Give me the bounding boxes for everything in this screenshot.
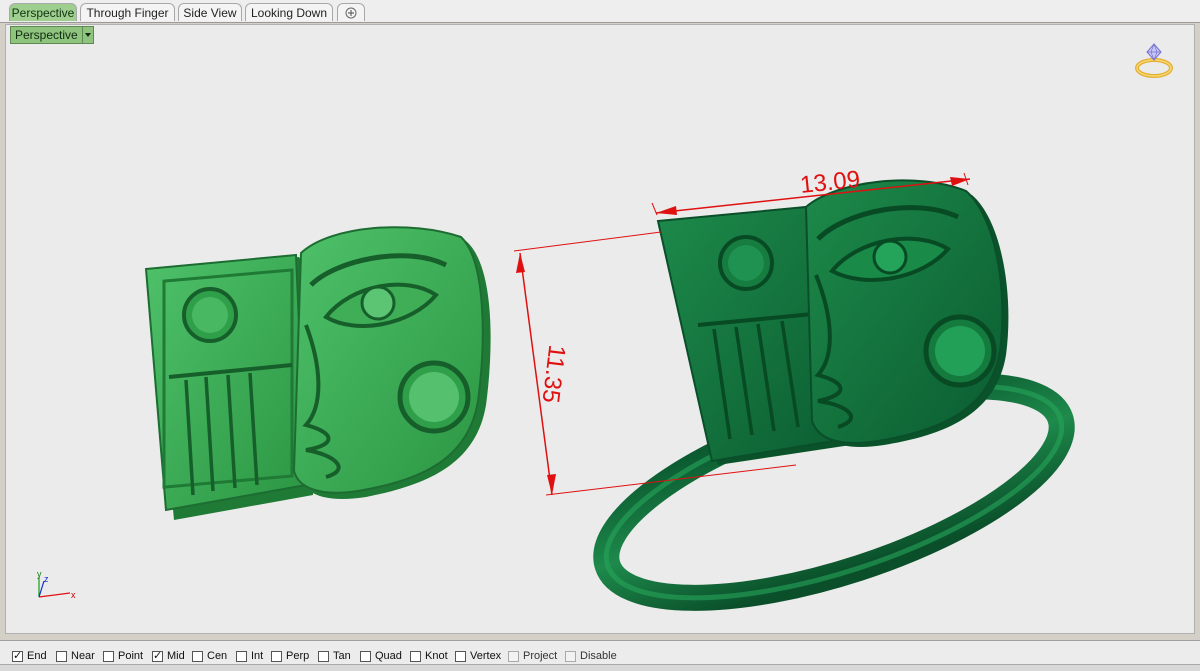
osnap-perp-checkbox[interactable]	[271, 650, 282, 662]
perspective-viewport[interactable]: Perspective 13.09 11.35 x y z	[5, 24, 1195, 634]
osnap-near-checkbox[interactable]	[56, 650, 67, 662]
osnap-point[interactable]: Point	[103, 649, 143, 663]
osnap-project-checkbox[interactable]	[508, 650, 519, 662]
tab-perspective[interactable]: Perspective	[9, 3, 77, 21]
osnap-near[interactable]: Near	[56, 649, 95, 663]
osnap-vertex[interactable]: Vertex	[455, 649, 501, 663]
osnap-tan[interactable]: Tan	[318, 649, 351, 663]
axis-x-label: x	[71, 590, 76, 600]
tab-through-finger[interactable]: Through Finger	[80, 3, 175, 21]
tab-looking-down[interactable]: Looking Down	[245, 3, 333, 21]
osnap-cen[interactable]: Cen	[192, 649, 227, 663]
osnap-point-checkbox[interactable]	[103, 650, 114, 662]
osnap-mid-checkbox[interactable]	[152, 649, 163, 663]
axis-z-label: z	[44, 574, 49, 584]
osnap-vertex-checkbox[interactable]	[455, 650, 466, 662]
osnap-tan-checkbox[interactable]	[318, 650, 329, 662]
axis-y-label: y	[37, 569, 42, 579]
osnap-disable[interactable]: Disable	[565, 649, 617, 663]
osnap-knot-checkbox[interactable]	[410, 650, 421, 662]
osnap-int-checkbox[interactable]	[236, 650, 247, 662]
osnap-disable-checkbox[interactable]	[565, 650, 576, 662]
osnap-cen-checkbox[interactable]	[192, 650, 203, 662]
pendant-model	[144, 226, 491, 520]
osnap-knot[interactable]: Knot	[410, 649, 448, 663]
osnap-quad-checkbox[interactable]	[360, 650, 371, 662]
osnap-mid[interactable]: Mid	[152, 649, 185, 663]
osnap-project[interactable]: Project	[508, 649, 557, 663]
viewport-tab-bar: Perspective Through Finger Side View Loo…	[0, 0, 1200, 23]
osnap-end-checkbox[interactable]	[12, 649, 23, 663]
ring-model	[593, 179, 1075, 611]
plus-icon	[345, 7, 357, 19]
add-tab-button[interactable]	[337, 3, 365, 21]
height-dimension-label: 11.35	[536, 343, 570, 404]
tab-side-view[interactable]: Side View	[178, 3, 242, 21]
osnap-perp[interactable]: Perp	[271, 649, 309, 663]
osnap-quad[interactable]: Quad	[360, 649, 402, 663]
osnap-end[interactable]: End	[12, 649, 47, 663]
osnap-int[interactable]: Int	[236, 649, 263, 663]
3d-scene: 13.09 11.35 x y z	[37, 166, 1075, 611]
